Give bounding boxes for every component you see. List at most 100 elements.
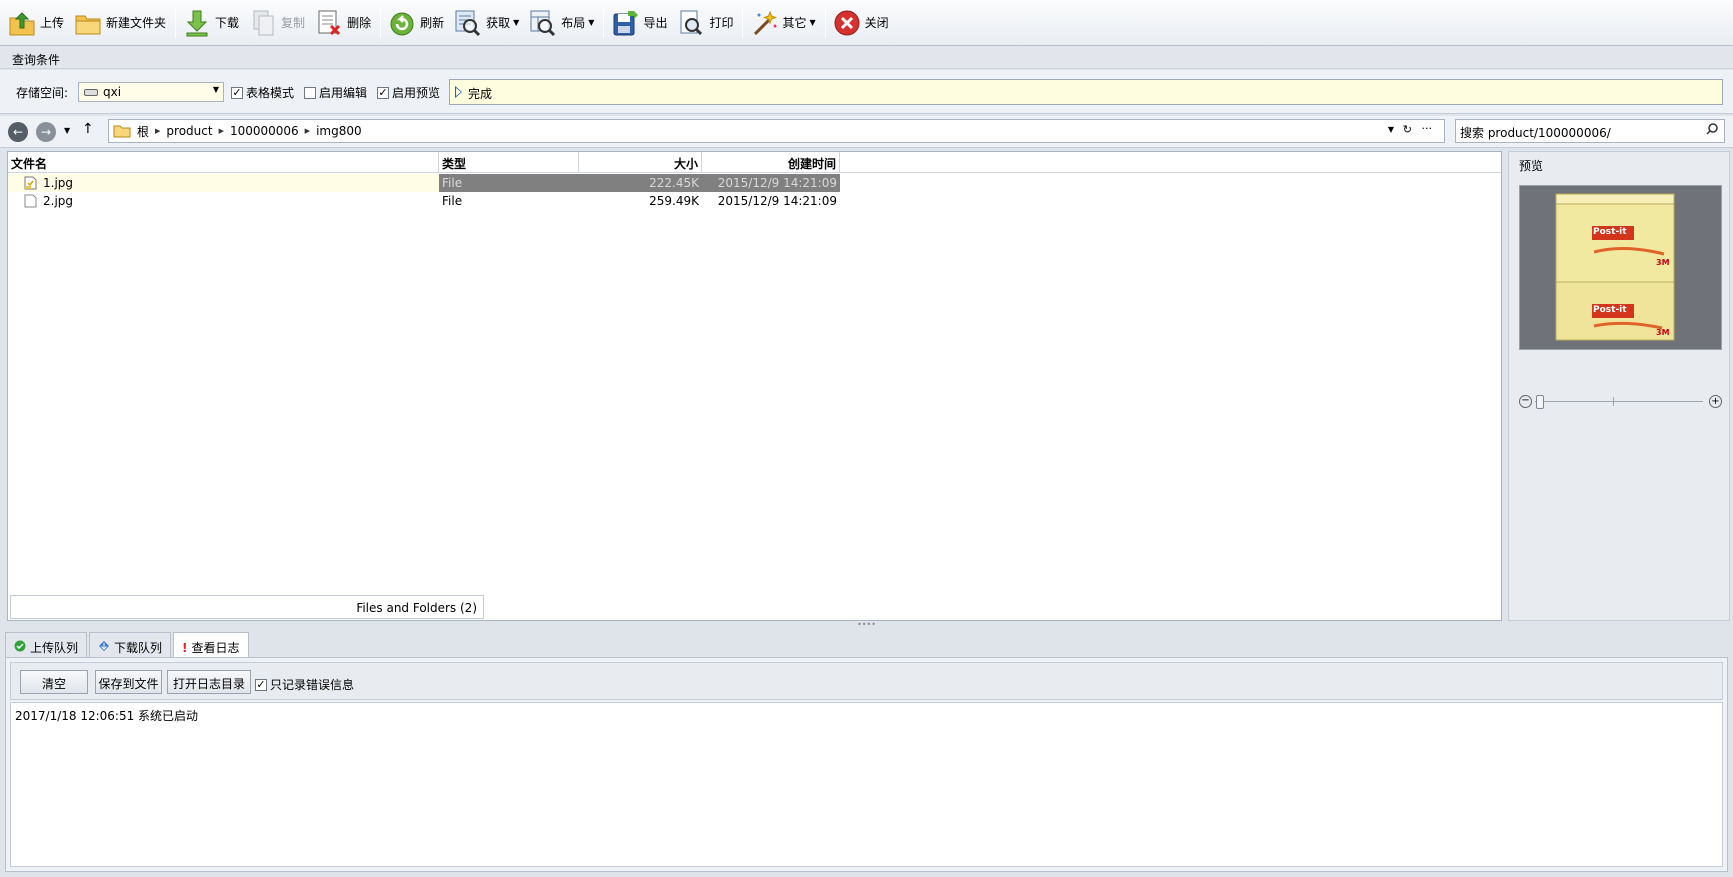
enable-edit-checkbox[interactable]: 启用编辑 <box>304 84 367 101</box>
storage-label: 存储空间: <box>16 86 69 100</box>
selected-cells: File 222.45K 2015/12/9 14:21:09 <box>439 174 840 192</box>
errors-only-label: 只记录错误信息 <box>270 678 355 692</box>
checkbox-checked-icon: ✓ <box>255 677 267 691</box>
delete-button[interactable]: 删除 <box>311 5 377 41</box>
fetch-magnifier-icon <box>453 8 483 38</box>
breadcrumb-root[interactable]: 根 <box>137 123 149 140</box>
drive-icon <box>84 89 98 96</box>
play-triangle-icon <box>455 86 462 98</box>
print-preview-icon <box>676 8 706 38</box>
address-dropdown-icon[interactable]: ▼ <box>1388 125 1394 134</box>
back-arrow-icon[interactable]: ← <box>8 122 28 142</box>
fetch-button[interactable]: 获取 ▼ <box>450 5 525 41</box>
column-header-name[interactable]: 文件名 <box>8 152 439 172</box>
folder-icon <box>113 124 131 138</box>
name-cell: 2.jpg <box>8 192 439 210</box>
refresh-label: 刷新 <box>420 16 445 30</box>
preview-panel: 预览 Post-it Post-it 3M 3M − + <box>1508 151 1730 621</box>
copy-label: 复制 <box>281 16 306 30</box>
file-list-panel: 文件名 类型 大小 创建时间 1.jpg File 222.45K 2015/1… <box>7 151 1502 621</box>
toolbar-separator <box>603 7 605 38</box>
table-row[interactable]: 2.jpg File 259.49K 2015/12/9 14:21:09 <box>8 192 928 210</box>
name-cell: 1.jpg <box>8 174 439 192</box>
open-log-dir-button[interactable]: 打开日志目录 <box>167 670 251 694</box>
log-line: 2017/1/18 12:06:51 系统已启动 <box>15 709 199 723</box>
zoom-thumb[interactable] <box>1536 395 1544 409</box>
table-mode-label: 表格模式 <box>246 86 295 100</box>
close-button[interactable]: 关闭 <box>829 5 895 41</box>
logo-text-top: 3M <box>1656 258 1670 267</box>
download-label: 下载 <box>215 16 240 30</box>
log-toolbar: 清空 保存到文件 打开日志目录 ✓ 只记录错误信息 <box>10 662 1723 700</box>
file-size: 259.49K <box>649 194 699 208</box>
tab-view-log[interactable]: ! 查看日志 <box>173 632 249 657</box>
tab-label: 上传队列 <box>30 641 79 655</box>
more-icon[interactable]: ··· <box>1422 122 1433 135</box>
exclamation-icon: ! <box>182 640 188 655</box>
file-icon <box>24 194 37 211</box>
logo-text-bottom: 3M <box>1656 328 1670 337</box>
other-button[interactable]: 其它 ▼ <box>746 5 821 41</box>
checkbox-checked-icon: ✓ <box>231 85 243 99</box>
file-list-header: 文件名 类型 大小 创建时间 <box>8 152 1501 173</box>
up-arrow-icon[interactable]: ↑ <box>82 121 94 137</box>
upload-button[interactable]: 上传 <box>4 5 70 41</box>
download-button[interactable]: 下载 <box>179 5 245 41</box>
folder-icon <box>73 8 103 38</box>
refresh-button[interactable]: 刷新 <box>384 5 450 41</box>
address-bar[interactable]: 根 ▶ product ▶ 100000006 ▶ img800 ▼ ↻ ··· <box>108 119 1445 143</box>
print-label: 打印 <box>709 16 734 30</box>
zoom-out-icon[interactable]: − <box>1519 395 1532 408</box>
upload-label: 上传 <box>40 16 65 30</box>
zoom-track <box>1535 401 1703 402</box>
address-refresh-icon[interactable]: ↻ <box>1403 123 1412 136</box>
breadcrumb-100000006[interactable]: 100000006 <box>230 124 299 138</box>
status-box: 完成 <box>449 79 1723 105</box>
save-to-file-button[interactable]: 保存到文件 <box>95 670 162 694</box>
download-arrow-icon <box>182 8 212 38</box>
toolbar: 上传 新建文件夹 下载 复制 删除 刷新 获取 ▼ 布局 ▼ 导出 打印 其它 … <box>0 0 1733 46</box>
other-label: 其它 <box>782 16 807 30</box>
breadcrumb-separator-icon: ▶ <box>304 127 311 135</box>
tab-download-queue[interactable]: 下载队列 <box>89 632 172 657</box>
tab-label: 下载队列 <box>114 641 163 655</box>
layout-button[interactable]: 布局 ▼ <box>525 5 600 41</box>
bottom-tabs: 上传队列 下载队列 ! 查看日志 <box>5 632 251 657</box>
errors-only-checkbox[interactable]: ✓ 只记录错误信息 <box>255 676 354 693</box>
print-button[interactable]: 打印 <box>673 5 739 41</box>
image-file-icon <box>24 176 37 193</box>
column-header-type[interactable]: 类型 <box>439 152 579 172</box>
zoom-in-icon[interactable]: + <box>1709 395 1722 408</box>
search-input[interactable]: 搜索 product/100000006/ <box>1455 119 1725 143</box>
history-dropdown-icon[interactable]: ▼ <box>64 126 70 135</box>
clear-button[interactable]: 清空 <box>20 670 88 694</box>
status-text: 完成 <box>468 87 493 101</box>
breadcrumb-img800[interactable]: img800 <box>316 124 362 138</box>
log-output[interactable]: 2017/1/18 12:06:51 系统已启动 <box>10 702 1723 867</box>
enable-preview-label: 启用预览 <box>392 86 441 100</box>
storage-select[interactable]: qxi ▼ <box>78 82 224 102</box>
column-header-size[interactable]: 大小 <box>579 152 702 172</box>
breadcrumb-product[interactable]: product <box>166 124 212 138</box>
search-icon[interactable] <box>1706 123 1718 138</box>
table-mode-checkbox[interactable]: ✓ 表格模式 <box>231 84 294 101</box>
tab-upload-queue[interactable]: 上传队列 <box>5 632 88 657</box>
table-row[interactable]: 1.jpg File 222.45K 2015/12/9 14:21:09 <box>8 174 928 192</box>
delete-label: 删除 <box>347 16 372 30</box>
toolbar-separator <box>380 7 382 38</box>
log-panel: 清空 保存到文件 打开日志目录 ✓ 只记录错误信息 2017/1/18 12:0… <box>5 657 1728 872</box>
forward-arrow-icon[interactable]: → <box>36 122 56 142</box>
brand-text-top: Post-it <box>1593 227 1627 237</box>
refresh-icon <box>387 8 417 38</box>
column-header-created[interactable]: 创建时间 <box>702 152 840 172</box>
enable-preview-checkbox[interactable]: ✓ 启用预览 <box>377 84 440 101</box>
copy-button[interactable]: 复制 <box>245 5 311 41</box>
magic-wand-icon <box>749 8 779 38</box>
file-type: File <box>442 194 463 208</box>
export-button[interactable]: 导出 <box>607 5 673 41</box>
layout-magnifier-icon <box>528 8 558 38</box>
new-folder-button[interactable]: 新建文件夹 <box>70 5 172 41</box>
zoom-slider[interactable]: − + <box>1519 395 1722 411</box>
splitter-grip[interactable]: •••• <box>0 621 1733 630</box>
layout-label: 布局 <box>561 16 586 30</box>
